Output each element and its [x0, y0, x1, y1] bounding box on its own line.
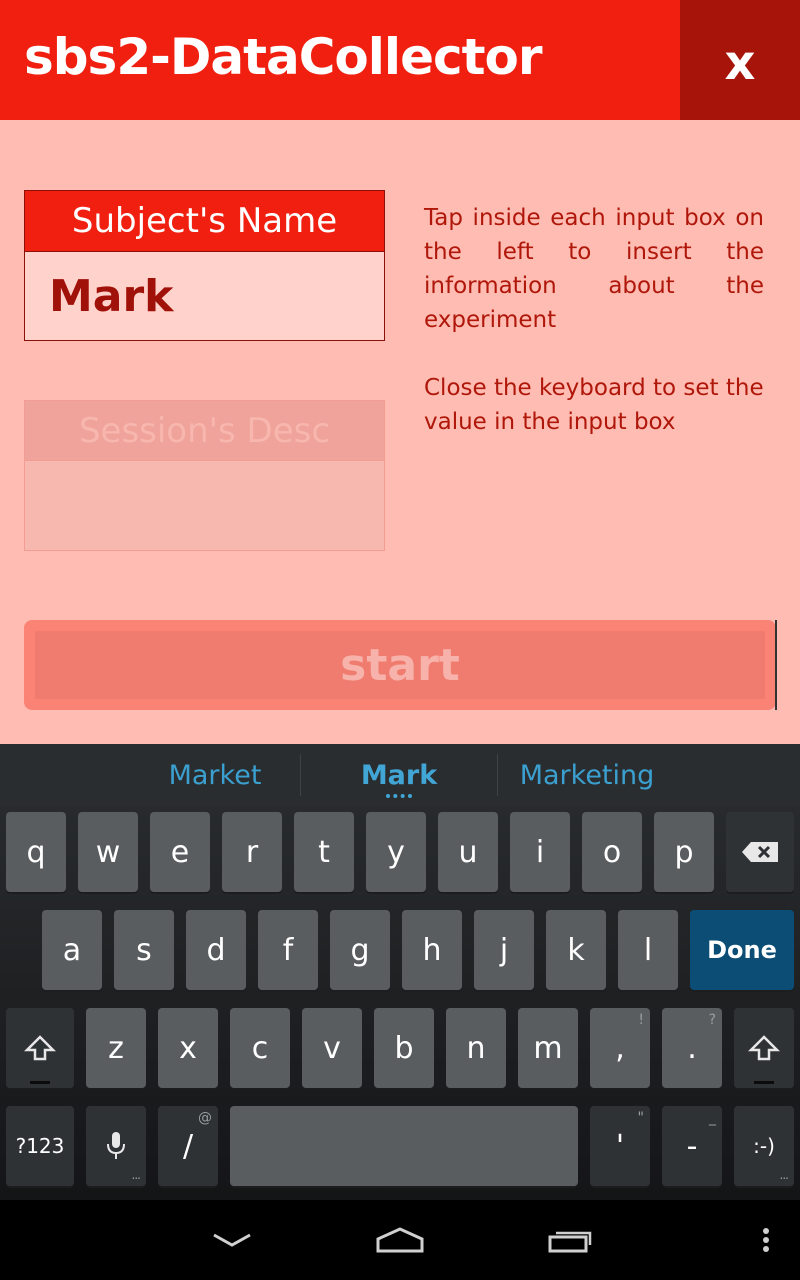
key-v[interactable]: v	[302, 1008, 362, 1088]
key-n[interactable]: n	[446, 1008, 506, 1088]
key-a[interactable]: a	[42, 910, 102, 990]
key-h[interactable]: h	[402, 910, 462, 990]
more-options-dots: ...	[131, 1168, 142, 1182]
subject-name-input[interactable]: Mark	[25, 251, 384, 340]
key-x[interactable]: x	[158, 1008, 218, 1088]
key-b[interactable]: b	[374, 1008, 434, 1088]
shift-key-right[interactable]	[734, 1008, 794, 1088]
key-k[interactable]: k	[546, 910, 606, 990]
recents-button[interactable]	[540, 1220, 604, 1260]
suggestion-strip: Market Mark Marketing	[0, 744, 800, 806]
key-slash[interactable]: / @	[158, 1106, 218, 1186]
app-title: sbs2-DataCollector	[24, 28, 543, 86]
key-l[interactable]: l	[618, 910, 678, 990]
navigation-bar	[0, 1200, 800, 1280]
start-button[interactable]: start	[24, 620, 776, 710]
symbols-key[interactable]: ?123	[6, 1106, 74, 1186]
session-desc-input[interactable]	[25, 461, 384, 550]
key-r[interactable]: r	[222, 812, 282, 892]
soft-keyboard: Market Mark Marketing q w e r t y u i o …	[0, 744, 800, 1200]
key-i[interactable]: i	[510, 812, 570, 892]
key-slash-label: /	[182, 1128, 194, 1164]
help-text-insert: Tap inside each input box on the left to…	[424, 205, 764, 333]
key-d[interactable]: d	[186, 910, 246, 990]
key-comma[interactable]: , !	[590, 1008, 650, 1088]
suggestion-market[interactable]: Market	[110, 744, 320, 806]
key-comma-label: ,	[615, 1030, 625, 1066]
key-z[interactable]: z	[86, 1008, 146, 1088]
key-period-label: .	[687, 1030, 697, 1066]
shift-key-left[interactable]	[6, 1008, 74, 1088]
key-g[interactable]: g	[330, 910, 390, 990]
key-m[interactable]: m	[518, 1008, 578, 1088]
key-s[interactable]: s	[114, 910, 174, 990]
key-comma-hint: !	[638, 1012, 644, 1028]
done-key[interactable]: Done	[690, 910, 794, 990]
back-button[interactable]	[200, 1220, 264, 1260]
key-slash-hint: @	[198, 1110, 212, 1126]
text-cursor	[775, 620, 777, 710]
key-apostrophe[interactable]: ' "	[590, 1106, 650, 1186]
shift-icon	[24, 1035, 56, 1061]
key-o[interactable]: o	[582, 812, 642, 892]
menu-icon	[763, 1228, 769, 1252]
key-dash[interactable]: - _	[662, 1106, 722, 1186]
key-w[interactable]: w	[78, 812, 138, 892]
key-y[interactable]: y	[366, 812, 426, 892]
key-dash-label: -	[686, 1128, 698, 1164]
backspace-key[interactable]	[726, 812, 794, 892]
more-suggestions-indicator	[386, 794, 412, 798]
subject-name-label: Subject's Name	[25, 191, 384, 251]
space-bar[interactable]	[230, 1106, 578, 1186]
key-dash-hint: _	[709, 1110, 716, 1126]
shift-icon	[748, 1035, 780, 1061]
key-p[interactable]: p	[654, 812, 714, 892]
mic-icon	[107, 1132, 125, 1159]
session-desc-label: Session's Desc	[25, 401, 384, 461]
key-u[interactable]: u	[438, 812, 498, 892]
key-apostrophe-label: '	[615, 1128, 625, 1164]
smiley-key-label: :-)	[753, 1134, 775, 1158]
subject-name-field[interactable]: Subject's Name Mark	[24, 190, 385, 341]
smiley-key[interactable]: :-) ...	[734, 1106, 794, 1186]
help-text-close-keyboard: Close the keyboard to set the value in t…	[424, 375, 764, 435]
more-options-dots: ...	[779, 1168, 790, 1182]
recents-icon	[548, 1231, 592, 1253]
start-button-label: start	[35, 631, 765, 699]
key-period-hint: ?	[708, 1012, 716, 1028]
shift-indicator	[754, 1081, 774, 1084]
key-apostrophe-hint: "	[637, 1110, 644, 1126]
back-icon	[213, 1233, 251, 1247]
key-j[interactable]: j	[474, 910, 534, 990]
home-icon	[376, 1227, 424, 1253]
key-f[interactable]: f	[258, 910, 318, 990]
home-button[interactable]	[368, 1220, 432, 1260]
overflow-menu-button[interactable]	[748, 1220, 784, 1260]
key-q[interactable]: q	[6, 812, 66, 892]
close-button[interactable]: x	[680, 0, 800, 120]
mic-key[interactable]: ...	[86, 1106, 146, 1186]
suggestion-marketing[interactable]: Marketing	[497, 744, 677, 806]
key-e[interactable]: e	[150, 812, 210, 892]
key-c[interactable]: c	[230, 1008, 290, 1088]
app-screen: sbs2-DataCollector x Subject's Name Mark…	[0, 0, 800, 744]
title-bar: sbs2-DataCollector x	[0, 0, 800, 120]
session-desc-field[interactable]: Session's Desc	[24, 400, 385, 551]
key-period[interactable]: . ?	[662, 1008, 722, 1088]
shift-indicator	[30, 1081, 50, 1084]
key-t[interactable]: t	[294, 812, 354, 892]
backspace-icon	[742, 842, 778, 862]
